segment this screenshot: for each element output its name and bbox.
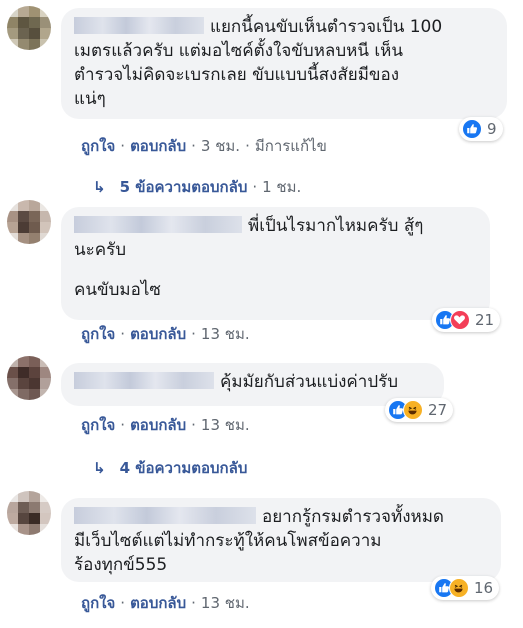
author-name[interactable] bbox=[74, 17, 204, 34]
comment-actions: ถูกใจ · ตอบกลับ · 13 ชม. bbox=[81, 325, 250, 343]
like-link[interactable]: ถูกใจ bbox=[81, 325, 115, 343]
comment-text: นะครับ bbox=[74, 240, 127, 260]
haha-icon bbox=[403, 400, 423, 420]
reaction-count: 21 bbox=[475, 311, 495, 329]
reaction-count: 9 bbox=[487, 120, 497, 138]
author-name[interactable] bbox=[74, 372, 214, 389]
comment-bubble: คุ้มมัยกับส่วนแบ่งค่าปรับ bbox=[61, 363, 444, 406]
reply-arrow-icon: ↳ bbox=[93, 459, 106, 477]
timestamp[interactable]: 13 ชม. bbox=[201, 594, 250, 612]
replies-count[interactable]: 4 ข้อความตอบกลับ bbox=[120, 459, 248, 477]
reply-link[interactable]: ตอบกลับ bbox=[130, 416, 186, 434]
comment-bubble: อยากรู้กรมตำรวจทั้งหมด มีเว็บไซต์แต่ไม่ท… bbox=[61, 498, 501, 582]
haha-icon bbox=[449, 578, 469, 598]
comment-bubble: แยกนี้คนขับเห็นตำรวจเป็น 100 เมตรแล้วครั… bbox=[61, 8, 507, 119]
reaction-summary[interactable]: 16 bbox=[431, 576, 500, 600]
avatar[interactable] bbox=[7, 356, 51, 400]
author-name[interactable] bbox=[74, 507, 256, 524]
reaction-summary[interactable]: 9 bbox=[459, 117, 503, 141]
like-link[interactable]: ถูกใจ bbox=[81, 594, 115, 612]
reply-arrow-icon: ↳ bbox=[93, 178, 106, 196]
comment-text: คนขับมอไซ bbox=[74, 280, 161, 300]
reply-link[interactable]: ตอบกลับ bbox=[130, 594, 186, 612]
comment-bubble: พี่เป็นไรมากไหมครับ สู้ๆ นะครับ คนขับมอไ… bbox=[61, 207, 490, 320]
view-replies[interactable]: ↳ 4 ข้อความตอบกลับ bbox=[93, 456, 247, 480]
edited-label[interactable]: มีการแก้ไข bbox=[255, 137, 327, 155]
author-name[interactable] bbox=[74, 216, 242, 233]
comment-actions: ถูกใจ · ตอบกลับ · 13 ชม. bbox=[81, 416, 250, 434]
reply-link[interactable]: ตอบกลับ bbox=[130, 325, 186, 343]
reaction-summary[interactable]: 21 bbox=[432, 308, 501, 332]
comment-text: ร้องทุกข์555 bbox=[74, 555, 168, 575]
like-link[interactable]: ถูกใจ bbox=[81, 416, 115, 434]
reaction-summary[interactable]: 27 bbox=[385, 398, 454, 422]
timestamp: 1 ชม. bbox=[262, 178, 302, 196]
avatar[interactable] bbox=[7, 491, 51, 535]
comment-text: คุ้มมัยกับส่วนแบ่งค่าปรับ bbox=[220, 372, 399, 392]
comment-actions: ถูกใจ · ตอบกลับ · 13 ชม. bbox=[81, 594, 250, 612]
avatar[interactable] bbox=[7, 6, 51, 50]
reaction-count: 27 bbox=[428, 401, 448, 419]
comment-text: พี่เป็นไรมากไหมครับ สู้ๆ bbox=[248, 216, 424, 236]
timestamp[interactable]: 13 ชม. bbox=[201, 325, 250, 343]
comment-text: อยากรู้กรมตำรวจทั้งหมด bbox=[262, 507, 444, 527]
timestamp[interactable]: 13 ชม. bbox=[201, 416, 250, 434]
comment-text: แยกนี้คนขับเห็นตำรวจเป็น 100 bbox=[210, 17, 443, 37]
comment-text: ตำรวจไม่คิดจะเบรกเลย ขับแบบนี้สงสัยมีของ bbox=[74, 65, 400, 85]
like-link[interactable]: ถูกใจ bbox=[81, 137, 115, 155]
replies-count[interactable]: 5 ข้อความตอบกลับ bbox=[120, 178, 248, 196]
avatar[interactable] bbox=[7, 200, 51, 244]
comment-text: มีเว็บไซต์แต่ไม่ทำกระทู้ให้คนโพสข้อความ bbox=[74, 531, 382, 551]
comment-actions: ถูกใจ · ตอบกลับ · 3 ชม. · มีการแก้ไข bbox=[81, 137, 327, 155]
reply-link[interactable]: ตอบกลับ bbox=[130, 137, 186, 155]
comment-text: แน่ๆ bbox=[74, 89, 106, 109]
love-icon bbox=[450, 310, 470, 330]
like-icon bbox=[462, 119, 482, 139]
timestamp[interactable]: 3 ชม. bbox=[201, 137, 240, 155]
reaction-count: 16 bbox=[474, 579, 494, 597]
view-replies[interactable]: ↳ 5 ข้อความตอบกลับ · 1 ชม. bbox=[93, 175, 301, 199]
comment-text: เมตรแล้วครับ แต่มอไซค์ตั้งใจขับหลบหนี เห… bbox=[74, 41, 403, 61]
